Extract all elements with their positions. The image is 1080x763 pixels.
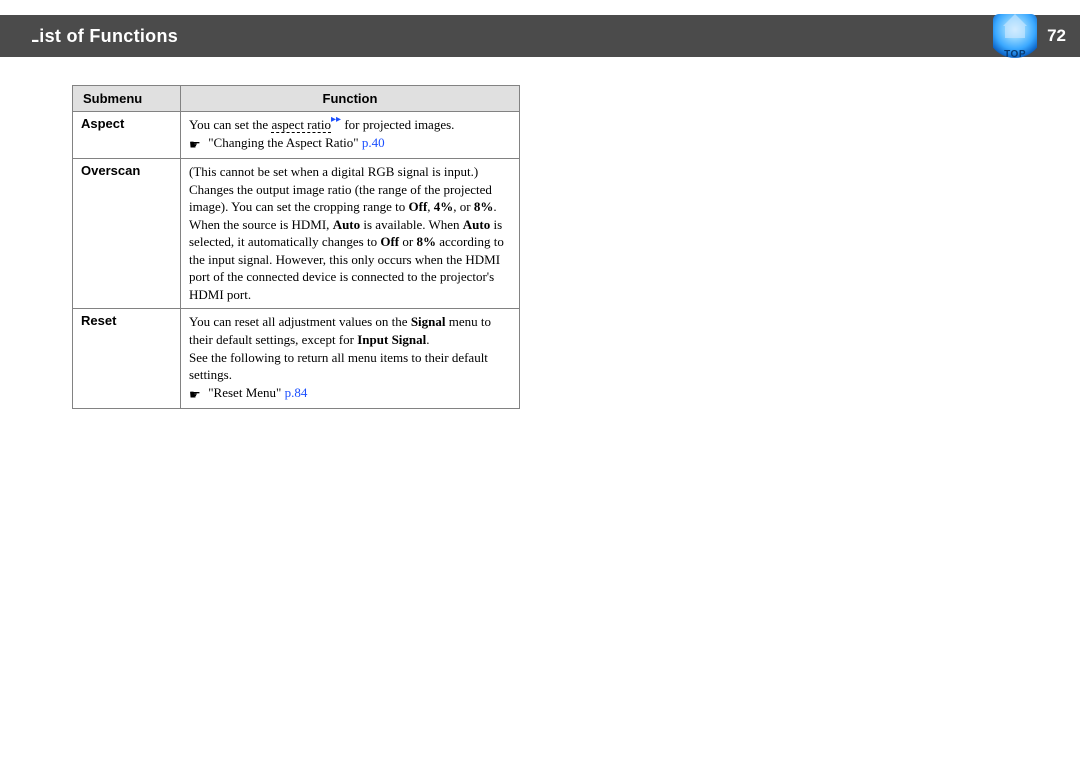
bold: Signal (411, 314, 446, 329)
xref-title: "Changing the Aspect Ratio" (208, 135, 362, 150)
submenu-reset: Reset (73, 309, 181, 409)
bold: Auto (333, 217, 360, 232)
table-row: Overscan (This cannot be set when a digi… (73, 159, 520, 309)
submenu-aspect: Aspect (73, 112, 181, 159)
pointer-icon: ☛ (189, 136, 203, 154)
house-icon (1005, 24, 1025, 38)
text: You can reset all adjustment values on t… (189, 314, 411, 329)
table-row: Aspect You can set the aspect ratio▸▸ fo… (73, 112, 520, 159)
content-area: Submenu Function Aspect You can set the … (0, 57, 1080, 409)
page-title: List of Functions (28, 26, 178, 47)
col-function: Function (181, 86, 520, 112)
xref-page-link[interactable]: p.40 (362, 135, 385, 150)
submenu-overscan: Overscan (73, 159, 181, 309)
bold: Input Signal (357, 332, 426, 347)
pointer-icon: ☛ (189, 386, 203, 404)
top-icon[interactable]: TOP (993, 14, 1037, 58)
text: See the following to return all menu ite… (189, 350, 488, 383)
bold: Off (380, 234, 399, 249)
col-submenu: Submenu (73, 86, 181, 112)
text: . (426, 332, 429, 347)
bold: 4% (434, 199, 454, 214)
header-left-pad (0, 15, 32, 57)
bold: 8% (416, 234, 436, 249)
bold: Off (409, 199, 428, 214)
functions-table: Submenu Function Aspect You can set the … (72, 85, 520, 409)
table-header-row: Submenu Function (73, 86, 520, 112)
text: or (399, 234, 416, 249)
glossary-link-aspect-ratio[interactable]: aspect ratio (271, 117, 331, 133)
xref-page-link[interactable]: p.84 (285, 385, 308, 400)
function-reset: You can reset all adjustment values on t… (181, 309, 520, 409)
function-overscan: (This cannot be set when a digital RGB s… (181, 159, 520, 309)
top-icon-label: TOP (993, 49, 1037, 60)
text: for projected images. (341, 117, 454, 132)
bold: Auto (463, 217, 490, 232)
page-number: 72 (1047, 26, 1066, 46)
header-right: TOP 72 (993, 14, 1066, 58)
table-row: Reset You can reset all adjustment value… (73, 309, 520, 409)
page-header: List of Functions TOP 72 (0, 15, 1080, 57)
function-aspect: You can set the aspect ratio▸▸ for proje… (181, 112, 520, 159)
text: You can set the (189, 117, 271, 132)
text: , or (453, 199, 474, 214)
bold: 8% (474, 199, 494, 214)
xref-title: "Reset Menu" (208, 385, 284, 400)
note: (This cannot be set when a digital RGB s… (189, 164, 478, 179)
text: is available. When (360, 217, 463, 232)
